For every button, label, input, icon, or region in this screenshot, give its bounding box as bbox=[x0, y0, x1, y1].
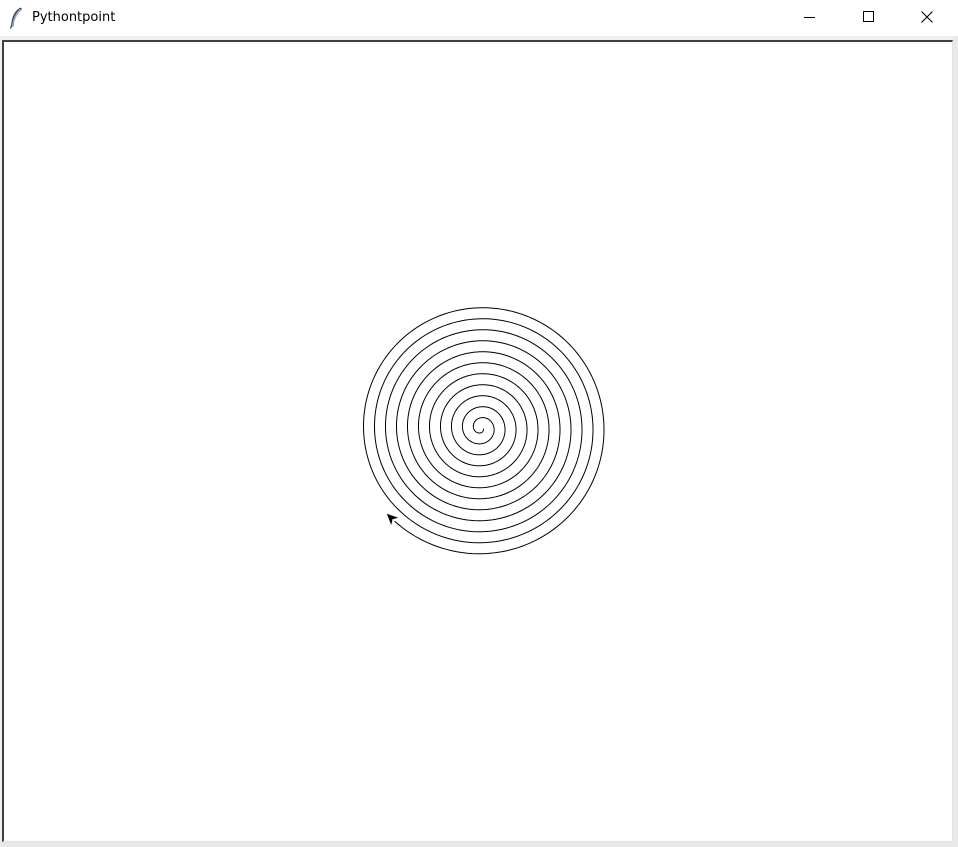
maximize-icon bbox=[863, 11, 874, 22]
window-border-right bbox=[953, 36, 958, 847]
feather-icon bbox=[9, 7, 23, 29]
app-window: Pythontpoint bbox=[0, 0, 958, 847]
close-button[interactable] bbox=[904, 0, 950, 36]
turtle-canvas[interactable] bbox=[2, 40, 953, 842]
maximize-button[interactable] bbox=[845, 0, 891, 36]
close-icon bbox=[921, 11, 933, 23]
spiral-line bbox=[362, 307, 605, 555]
minimize-button[interactable] bbox=[786, 0, 832, 36]
minimize-icon bbox=[804, 17, 815, 18]
window-title: Pythontpoint bbox=[32, 10, 116, 25]
drawing-surface bbox=[362, 307, 605, 555]
window-border-bottom bbox=[0, 842, 958, 847]
title-bar[interactable]: Pythontpoint bbox=[0, 0, 958, 36]
